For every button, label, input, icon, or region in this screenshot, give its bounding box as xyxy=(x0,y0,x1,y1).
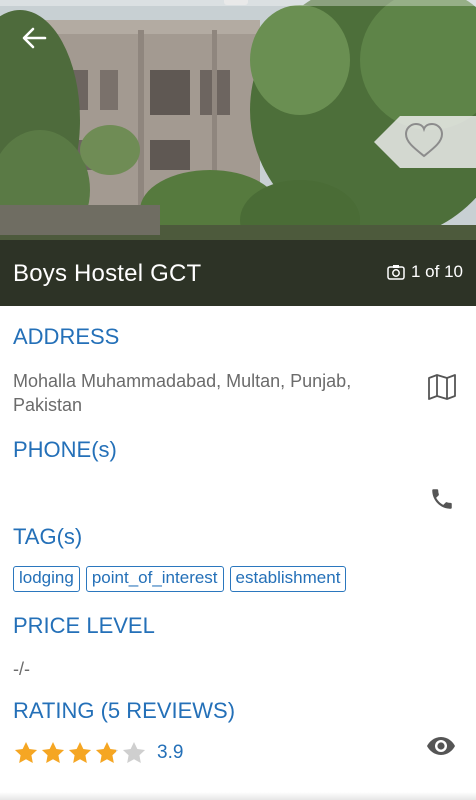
phone-heading: PHONE(s) xyxy=(13,437,117,462)
place-title: Boys Hostel GCT xyxy=(13,260,202,287)
map-icon xyxy=(428,374,456,400)
rating-value: 3.9 xyxy=(157,742,184,763)
rating-stars xyxy=(13,740,147,766)
arrow-left-icon xyxy=(22,27,47,49)
hero-photo[interactable]: Boys Hostel GCT 1 of 10 xyxy=(0,0,476,306)
tags-heading: TAG(s) xyxy=(13,524,83,549)
heart-outline-icon xyxy=(374,116,476,168)
tag-point-of-interest[interactable]: point_of_interest xyxy=(85,566,224,592)
eye-icon xyxy=(427,737,455,755)
bottom-edge xyxy=(0,792,476,800)
rating-heading: RATING (5 REVIEWS) xyxy=(13,698,236,723)
phone-icon xyxy=(432,489,452,509)
call-button[interactable] xyxy=(426,483,458,515)
photo-counter[interactable]: 1 of 10 xyxy=(387,262,463,282)
back-button[interactable] xyxy=(16,20,52,56)
camera-icon xyxy=(387,265,405,280)
price-heading: PRICE LEVEL xyxy=(13,613,155,638)
price-value: -/- xyxy=(13,659,30,679)
star-icon-2 xyxy=(41,741,65,763)
favorite-button[interactable] xyxy=(374,116,476,168)
view-reviews-button[interactable] xyxy=(425,730,457,762)
tag-lodging[interactable]: lodging xyxy=(13,566,80,592)
map-button[interactable] xyxy=(426,371,458,403)
photo-counter-label: 1 of 10 xyxy=(411,262,463,281)
star-icon-1 xyxy=(14,741,38,763)
status-indicator xyxy=(224,0,248,5)
address-heading: ADDRESS xyxy=(13,324,120,349)
tag-list: lodging point_of_interest establishment xyxy=(13,566,347,592)
star-icon-5 xyxy=(122,741,146,763)
star-icon-3 xyxy=(68,741,92,763)
address-line-2: Pakistan xyxy=(13,395,83,415)
tag-establishment[interactable]: establishment xyxy=(229,566,347,592)
star-icon-4 xyxy=(95,741,119,763)
address-line-1: Mohalla Muhammadabad, Multan, Punjab, xyxy=(13,371,352,391)
